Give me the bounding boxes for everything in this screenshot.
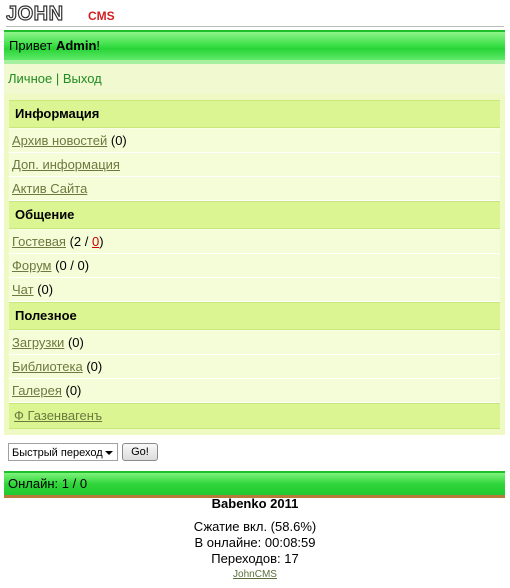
quick-jump-select[interactable]: Быстрый переход: [8, 443, 118, 461]
logo-text-sub: CMS: [88, 9, 115, 23]
section-header-communication: Общение: [9, 201, 500, 229]
gallery-link[interactable]: Галерея: [12, 383, 62, 398]
guestbook-link[interactable]: Гостевая: [12, 234, 66, 249]
gallery-count: (0): [65, 383, 82, 398]
quick-jump: Быстрый переход Go!: [4, 435, 505, 471]
logo-divider: [6, 26, 504, 27]
site-active-link[interactable]: Актив Сайта: [12, 181, 87, 196]
menu-item-library: Библиотека (0): [9, 355, 500, 379]
news-archive-link[interactable]: Архив новостей: [12, 133, 107, 148]
library-count: (0): [86, 359, 103, 374]
greeting-excl: !: [96, 38, 101, 53]
greeting-username: Admin: [55, 38, 97, 53]
transitions-count: Переходов: 17: [211, 551, 299, 566]
main-menu: Информация Архив новостей (0) Доп. инфор…: [4, 94, 505, 435]
online-time: В онлайне: 00:08:59: [194, 535, 316, 550]
logo-bar: JOHN CMS: [0, 0, 510, 30]
section-header-info: Информация: [9, 100, 500, 128]
page: Привет Admin! Личное | Выход Информация …: [4, 30, 505, 498]
forum-link[interactable]: Форум: [12, 258, 52, 273]
menu-item-site-active: Актив Сайта: [9, 177, 500, 201]
menu-item-extra-info: Доп. информация: [9, 153, 500, 177]
guestbook-count-tail: ): [99, 234, 104, 249]
gazenvagen-link[interactable]: Ф Газенвагенъ: [14, 408, 102, 423]
personal-link[interactable]: Личное: [8, 71, 52, 86]
logout-link[interactable]: Выход: [63, 71, 102, 86]
footer: Babenko 2011 Сжатие вкл. (58.6%) В онлай…: [0, 496, 510, 580]
chevron-down-icon: [105, 451, 113, 455]
copyright: Babenko 2011: [211, 496, 299, 511]
section-header-useful: Полезное: [9, 302, 500, 330]
menu-box: Информация Архив новостей (0) Доп. инфор…: [9, 100, 500, 429]
johncms-footer-link[interactable]: JohnCMS: [0, 569, 510, 580]
go-button[interactable]: Go!: [122, 443, 158, 461]
user-menu: Личное | Выход: [4, 64, 505, 94]
library-link[interactable]: Библиотека: [12, 359, 83, 374]
menu-separator: |: [55, 71, 60, 86]
news-archive-count: (0): [110, 133, 127, 148]
johncms-logo[interactable]: JOHN CMS: [6, 3, 136, 23]
downloads-count: (0): [67, 335, 84, 350]
menu-item-news-archive: Архив новостей (0): [9, 129, 500, 153]
logo-text-main: JOHN: [6, 3, 64, 23]
menu-item-chat: Чат (0): [9, 278, 500, 302]
menu-item-downloads: Загрузки (0): [9, 331, 500, 355]
menu-item-forum: Форум (0 / 0): [9, 254, 500, 278]
chat-count: (0): [37, 282, 54, 297]
menu-item-gallery: Галерея (0): [9, 379, 500, 403]
compression-status: Сжатие вкл. (58.6%): [193, 519, 317, 534]
greeting-text: Привет: [9, 38, 56, 53]
forum-count: (0 / 0): [55, 258, 90, 273]
extra-info-link[interactable]: Доп. информация: [12, 157, 120, 172]
downloads-link[interactable]: Загрузки: [12, 335, 64, 350]
quick-jump-value: Быстрый переход: [12, 447, 103, 459]
greeting-bar: Привет Admin!: [4, 30, 505, 60]
guestbook-count: (2 /: [69, 234, 92, 249]
menu-item-gazenvagen: Ф Газенвагенъ: [9, 403, 500, 429]
online-bar: Онлайн: 1 / 0: [4, 471, 505, 495]
chat-link[interactable]: Чат: [12, 282, 34, 297]
menu-item-guestbook: Гостевая (2 / 0): [9, 230, 500, 254]
